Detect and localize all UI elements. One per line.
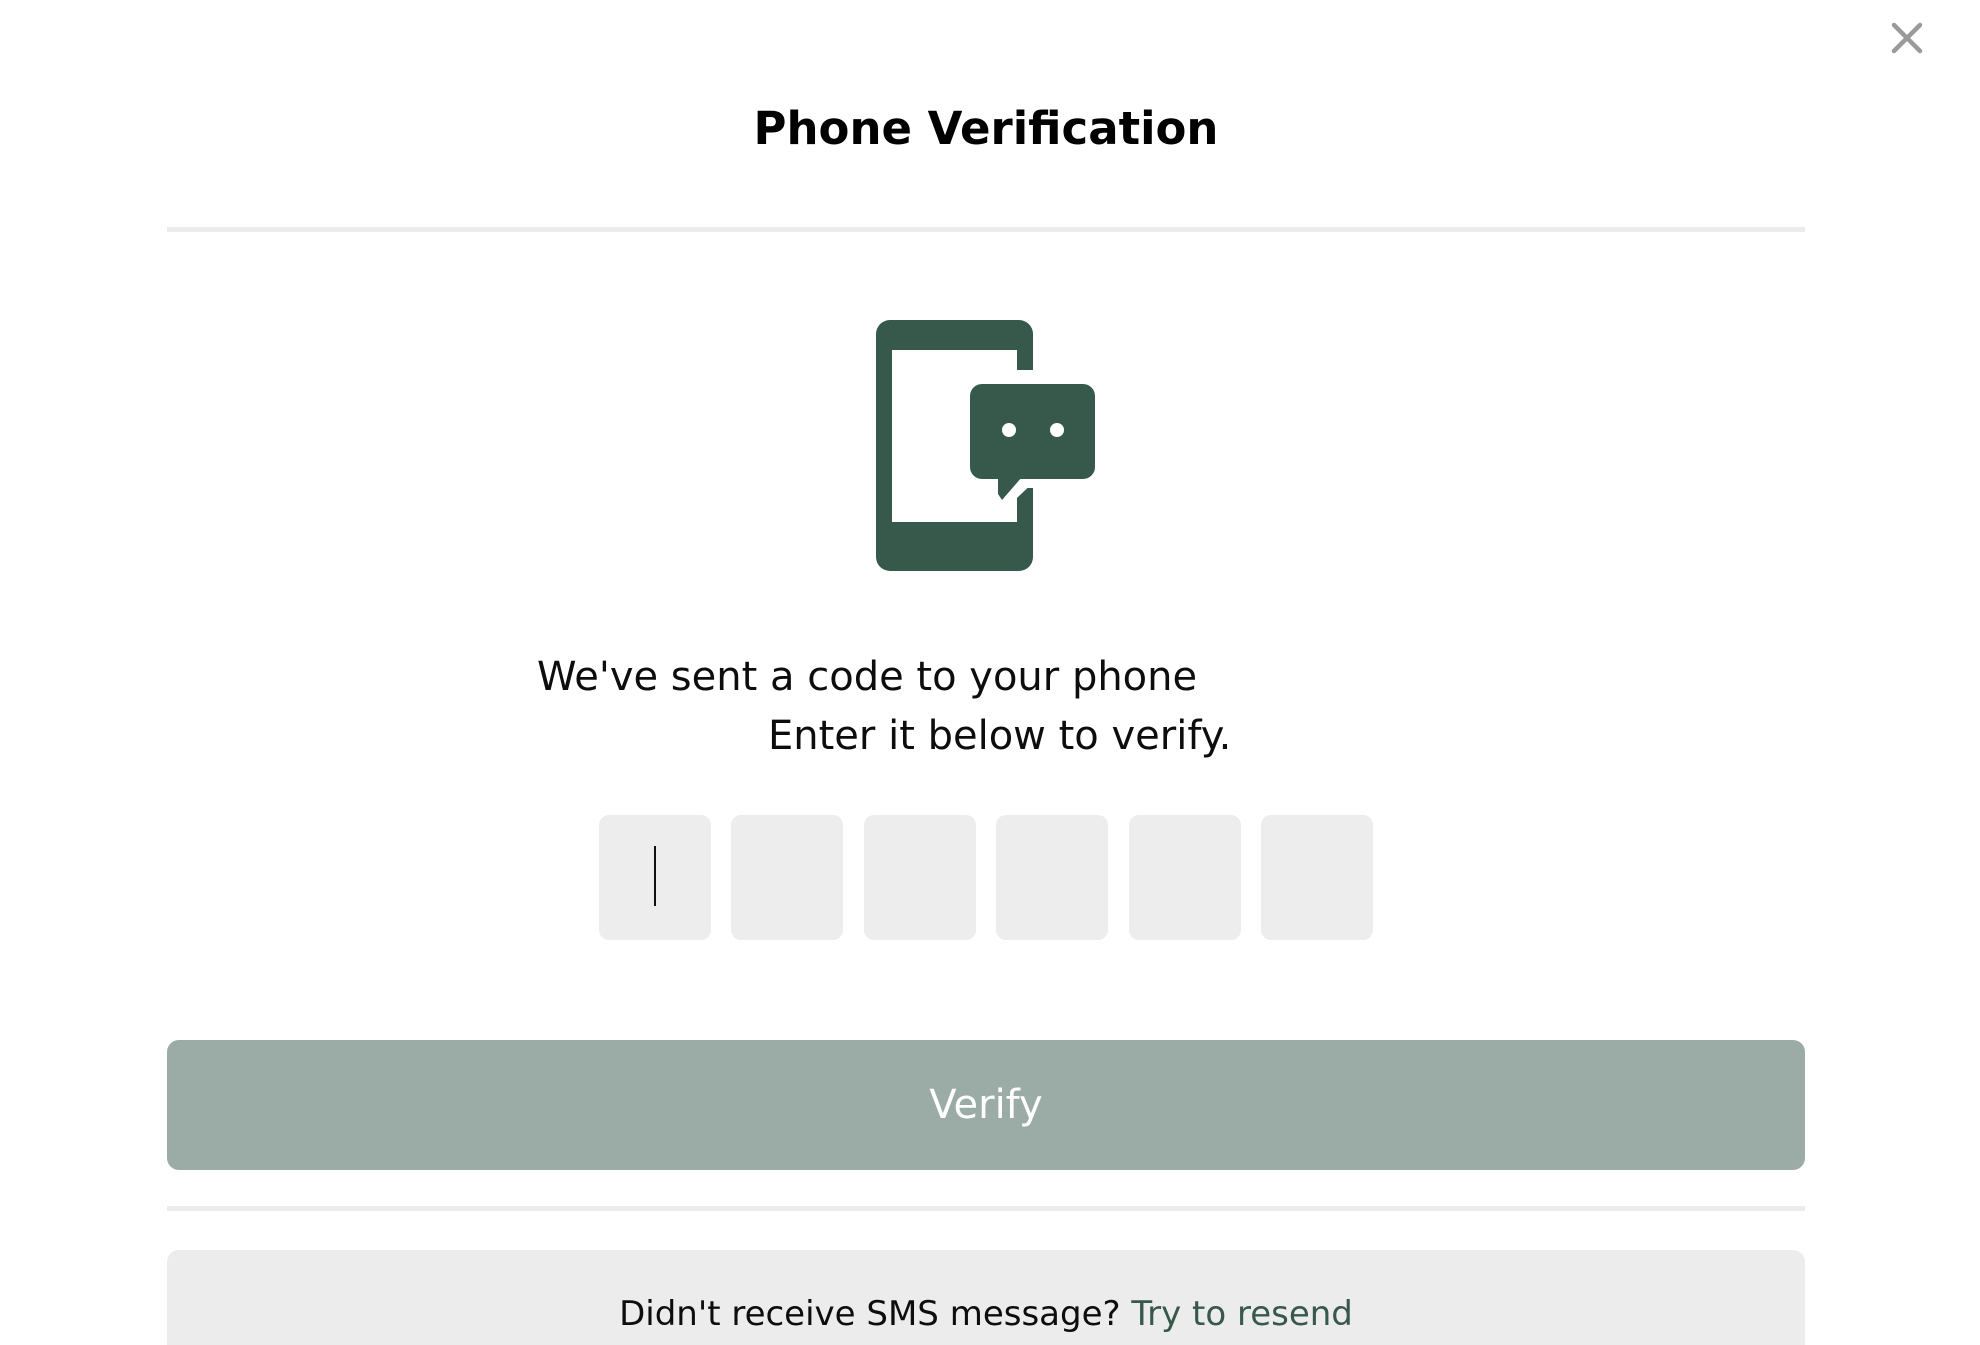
resend-row: Didn't receive SMS message? Try to resen… bbox=[0, 1291, 1972, 1337]
code-digit-6[interactable] bbox=[1261, 815, 1373, 940]
phone-message-icon bbox=[876, 320, 1096, 571]
footer-divider bbox=[167, 1206, 1805, 1211]
code-digit-2[interactable] bbox=[731, 815, 843, 940]
resend-prompt: Didn't receive SMS message? bbox=[619, 1294, 1121, 1334]
text-caret bbox=[654, 846, 656, 906]
header-divider bbox=[167, 227, 1805, 232]
enter-code-instruction: Enter it below to verify. bbox=[768, 713, 1232, 759]
code-digit-5[interactable] bbox=[1129, 815, 1241, 940]
close-icon[interactable] bbox=[1887, 18, 1927, 58]
code-digit-4[interactable] bbox=[996, 815, 1108, 940]
verify-button[interactable]: Verify bbox=[167, 1040, 1805, 1170]
code-digit-3[interactable] bbox=[864, 815, 976, 940]
close-button[interactable] bbox=[1887, 18, 1927, 58]
sent-code-message: We've sent a code to your phone bbox=[537, 654, 1198, 700]
resend-link[interactable]: Try to resend bbox=[1131, 1294, 1353, 1334]
dialog-title: Phone Verification bbox=[753, 102, 1219, 155]
phone-verification-dialog: Phone Verification We've sent a code to … bbox=[0, 0, 1980, 1345]
code-input-group bbox=[599, 815, 1375, 940]
